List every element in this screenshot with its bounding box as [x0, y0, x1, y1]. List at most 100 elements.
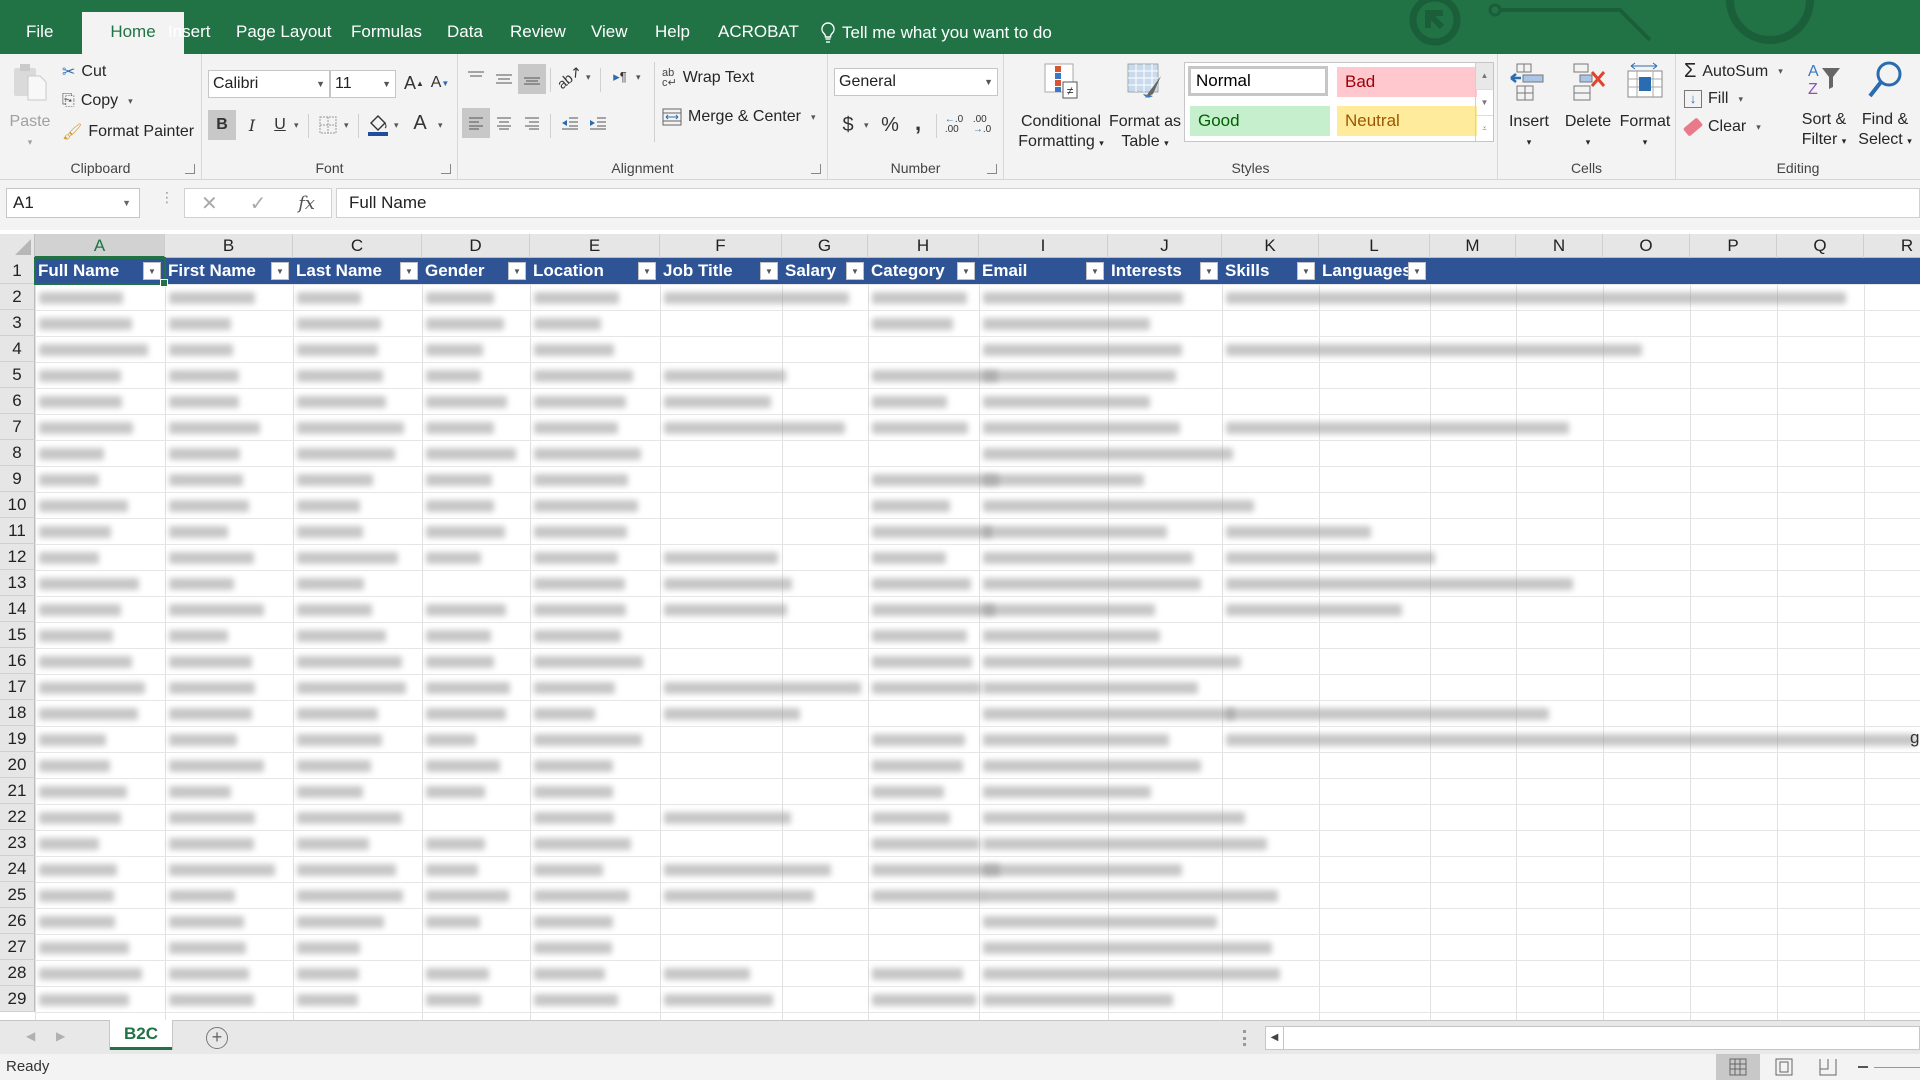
merge-dropdown-icon[interactable]: ▾: [811, 112, 816, 123]
tab-insert[interactable]: Insert: [154, 12, 225, 54]
row-header-14[interactable]: 14: [0, 596, 35, 622]
row-header-1[interactable]: 1: [0, 258, 35, 284]
font-launcher-icon[interactable]: [441, 164, 451, 174]
gallery-more-icon[interactable]: ⩡: [1476, 115, 1493, 141]
align-center-button[interactable]: [490, 108, 518, 138]
column-header-a[interactable]: A: [35, 234, 165, 258]
style-good[interactable]: Good: [1190, 106, 1330, 136]
borders-button[interactable]: [314, 110, 342, 140]
tab-page-layout[interactable]: Page Layout: [222, 12, 345, 54]
decrease-decimal-button[interactable]: .00 →.0: [968, 110, 996, 140]
row-header-11[interactable]: 11: [0, 518, 35, 544]
increase-font-size-button[interactable]: A ▲: [400, 68, 428, 98]
row-header-26[interactable]: 26: [0, 908, 35, 934]
tab-review[interactable]: Review: [496, 12, 580, 54]
find-select-button[interactable]: Find & Select ▾: [1854, 60, 1916, 151]
row-header-17[interactable]: 17: [0, 674, 35, 700]
align-left-button[interactable]: [462, 108, 490, 138]
scroll-left-icon[interactable]: ◀: [1266, 1027, 1284, 1049]
row-header-21[interactable]: 21: [0, 778, 35, 804]
orientation-dropdown-icon[interactable]: ▾: [586, 72, 591, 83]
decrease-indent-button[interactable]: [556, 108, 584, 138]
currency-dropdown-icon[interactable]: ▾: [864, 120, 869, 131]
filter-dropdown-icon[interactable]: ▼: [1086, 262, 1104, 280]
comma-style-button[interactable]: ,: [904, 108, 932, 138]
zoom-out-icon[interactable]: [1858, 1066, 1868, 1068]
cut-button[interactable]: ✂ Cut: [62, 62, 106, 82]
row-header-23[interactable]: 23: [0, 830, 35, 856]
row-header-19[interactable]: 19: [0, 726, 35, 752]
tab-acrobat[interactable]: ACROBAT: [704, 12, 813, 54]
sort-filter-button[interactable]: AZ Sort & Filter ▾: [1796, 60, 1852, 151]
row-header-22[interactable]: 22: [0, 804, 35, 830]
fill-color-dropdown-icon[interactable]: ▾: [394, 120, 399, 131]
formula-input[interactable]: Full Name: [336, 188, 1920, 218]
number-format-select[interactable]: General ▼: [834, 68, 998, 96]
page-break-view-button[interactable]: [1806, 1054, 1850, 1080]
row-header-25[interactable]: 25: [0, 882, 35, 908]
filter-dropdown-icon[interactable]: ▼: [508, 262, 526, 280]
column-header-i[interactable]: I: [979, 234, 1108, 258]
column-header-l[interactable]: L: [1319, 234, 1430, 258]
gallery-scroll[interactable]: ▲ ▼ ⩡: [1475, 63, 1493, 141]
filter-dropdown-icon[interactable]: ▼: [143, 262, 161, 280]
row-header-4[interactable]: 4: [0, 336, 35, 362]
format-as-table-button[interactable]: Format as Table ▾: [1104, 62, 1186, 153]
column-header-j[interactable]: J: [1108, 234, 1222, 258]
row-header-28[interactable]: 28: [0, 960, 35, 986]
column-header-q[interactable]: Q: [1777, 234, 1864, 258]
borders-dropdown-icon[interactable]: ▾: [344, 120, 349, 131]
font-size-select[interactable]: 11 ▼: [330, 70, 396, 98]
sheet-tab-b2c[interactable]: B2C: [110, 1020, 172, 1050]
normal-view-button[interactable]: [1716, 1054, 1760, 1080]
alignment-launcher-icon[interactable]: [811, 164, 821, 174]
currency-button[interactable]: $: [834, 110, 862, 140]
fill-dropdown-icon[interactable]: ▾: [1738, 94, 1743, 105]
column-header-b[interactable]: B: [165, 234, 293, 258]
gallery-down-icon[interactable]: ▼: [1476, 89, 1493, 115]
font-name-select[interactable]: Calibri ▼: [208, 70, 330, 98]
tab-formulas[interactable]: Formulas: [337, 12, 436, 54]
horizontal-scrollbar[interactable]: ◀: [1265, 1026, 1920, 1050]
paste-button[interactable]: Paste ▾: [6, 62, 54, 152]
clipboard-launcher-icon[interactable]: [185, 164, 195, 174]
insert-function-icon[interactable]: fx: [298, 193, 315, 214]
worksheet-grid[interactable]: ABCDEFGHIJKLMNOPQR 1 2 3 4 5 6 7 8 9 10 11 12 13 14 15…: [0, 230, 1920, 1020]
format-painter-button[interactable]: 🖌 Format Painter: [62, 122, 194, 142]
prev-sheet-icon[interactable]: ◀: [26, 1029, 35, 1043]
filter-dropdown-icon[interactable]: ▼: [846, 262, 864, 280]
paragraph-direction-button[interactable]: ▸¶: [606, 62, 634, 92]
clear-button[interactable]: Clear ▾: [1682, 117, 1761, 137]
row-header-6[interactable]: 6: [0, 388, 35, 414]
autosum-dropdown-icon[interactable]: ▾: [1778, 66, 1783, 77]
fill-button[interactable]: ↓ Fill ▾: [1684, 90, 1743, 108]
underline-dropdown-icon[interactable]: ▾: [294, 120, 299, 131]
row-header-12[interactable]: 12: [0, 544, 35, 570]
column-header-m[interactable]: M: [1430, 234, 1516, 258]
bold-button[interactable]: B: [208, 110, 236, 140]
style-neutral[interactable]: Neutral: [1337, 106, 1477, 136]
column-header-e[interactable]: E: [530, 234, 660, 258]
wrap-text-button[interactable]: ab c↵ Wrap Text: [662, 68, 754, 89]
clear-dropdown-icon[interactable]: ▾: [1756, 122, 1761, 133]
filter-dropdown-icon[interactable]: ▼: [638, 262, 656, 280]
style-normal[interactable]: Normal: [1188, 66, 1328, 96]
row-header-29[interactable]: 29: [0, 986, 35, 1012]
row-header-10[interactable]: 10: [0, 492, 35, 518]
style-bad[interactable]: Bad: [1337, 67, 1477, 97]
tab-file[interactable]: File: [12, 12, 67, 54]
row-header-9[interactable]: 9: [0, 466, 35, 492]
paragraph-dropdown-icon[interactable]: ▾: [636, 72, 641, 83]
top-align-button[interactable]: [462, 62, 490, 92]
filter-dropdown-icon[interactable]: ▼: [957, 262, 975, 280]
select-all-corner[interactable]: [0, 234, 35, 258]
filter-dropdown-icon[interactable]: ▼: [271, 262, 289, 280]
row-header-20[interactable]: 20: [0, 752, 35, 778]
filter-dropdown-icon[interactable]: ▼: [760, 262, 778, 280]
gallery-up-icon[interactable]: ▲: [1476, 63, 1493, 89]
formula-bar-grip-icon[interactable]: ⋮: [160, 190, 174, 204]
italic-button[interactable]: I: [238, 110, 266, 140]
insert-cells-button[interactable]: Insert ▾: [1502, 62, 1556, 152]
decrease-font-size-button[interactable]: A ▼: [426, 68, 454, 98]
zoom-slider[interactable]: [1874, 1067, 1920, 1068]
